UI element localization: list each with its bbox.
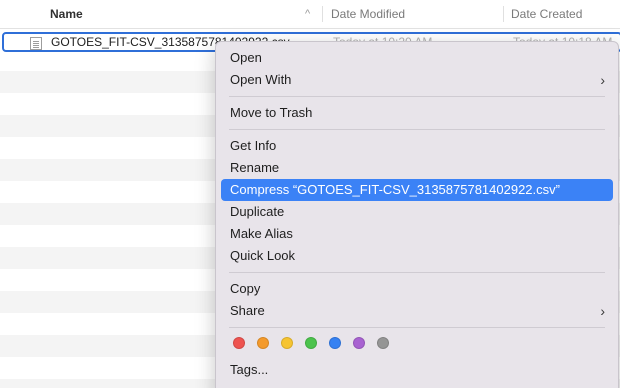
tag-orange-icon[interactable]	[257, 337, 269, 349]
menu-item-share[interactable]: Share ›	[221, 300, 613, 322]
menu-item-label: Tags...	[230, 362, 269, 377]
menu-item-label: Open With	[230, 72, 292, 87]
menu-item-label: Rename	[230, 160, 280, 175]
menu-item-label: Copy	[230, 281, 261, 296]
menu-item-label: Get Info	[230, 138, 277, 153]
menu-item-get-info[interactable]: Get Info	[221, 135, 613, 157]
tag-blue-icon[interactable]	[329, 337, 341, 349]
menu-item-compress[interactable]: Compress “GOTOES_FIT-CSV_313587578140292…	[221, 179, 613, 201]
menu-item-label: Share	[230, 303, 265, 318]
chevron-right-icon: ›	[600, 72, 605, 88]
column-date-created-header[interactable]: Date Created	[511, 0, 582, 28]
menu-item-move-to-trash[interactable]: Move to Trash	[221, 102, 613, 124]
menu-item-label: Open	[230, 50, 262, 65]
menu-separator	[229, 129, 605, 130]
menu-item-open-with[interactable]: Open With ›	[221, 69, 613, 91]
chevron-right-icon: ›	[600, 303, 605, 319]
tag-purple-icon[interactable]	[353, 337, 365, 349]
context-menu: Open Open With › Move to Trash Get Info R…	[215, 41, 619, 388]
column-header: Name ^ Date Modified Date Created	[0, 0, 620, 29]
tag-yellow-icon[interactable]	[281, 337, 293, 349]
tag-red-icon[interactable]	[233, 337, 245, 349]
menu-separator	[229, 272, 605, 273]
menu-item-duplicate[interactable]: Duplicate	[221, 201, 613, 223]
menu-item-label: Duplicate	[230, 204, 285, 219]
menu-item-rename[interactable]: Rename	[221, 157, 613, 179]
tag-green-icon[interactable]	[305, 337, 317, 349]
menu-item-open[interactable]: Open	[221, 47, 613, 69]
csv-document-icon	[30, 37, 42, 50]
finder-window: Name ^ Date Modified Date Created GOTOES…	[0, 0, 620, 388]
menu-item-copy[interactable]: Copy	[221, 278, 613, 300]
menu-item-make-alias[interactable]: Make Alias	[221, 223, 613, 245]
menu-item-label: Make Alias	[230, 226, 293, 241]
menu-item-label: Move to Trash	[230, 105, 313, 120]
menu-separator	[229, 327, 605, 328]
tag-gray-icon[interactable]	[377, 337, 389, 349]
column-date-modified-header[interactable]: Date Modified	[331, 0, 405, 28]
sort-ascending-icon[interactable]: ^	[305, 0, 310, 28]
column-divider[interactable]	[503, 6, 504, 22]
menu-item-tags[interactable]: Tags...	[221, 359, 613, 381]
column-name-header[interactable]: Name	[50, 0, 83, 28]
menu-item-quick-look[interactable]: Quick Look	[221, 245, 613, 267]
column-divider[interactable]	[322, 6, 323, 22]
menu-separator	[229, 96, 605, 97]
menu-item-label: Quick Look	[230, 248, 296, 263]
menu-item-label: Compress “GOTOES_FIT-CSV_313587578140292…	[230, 182, 560, 197]
